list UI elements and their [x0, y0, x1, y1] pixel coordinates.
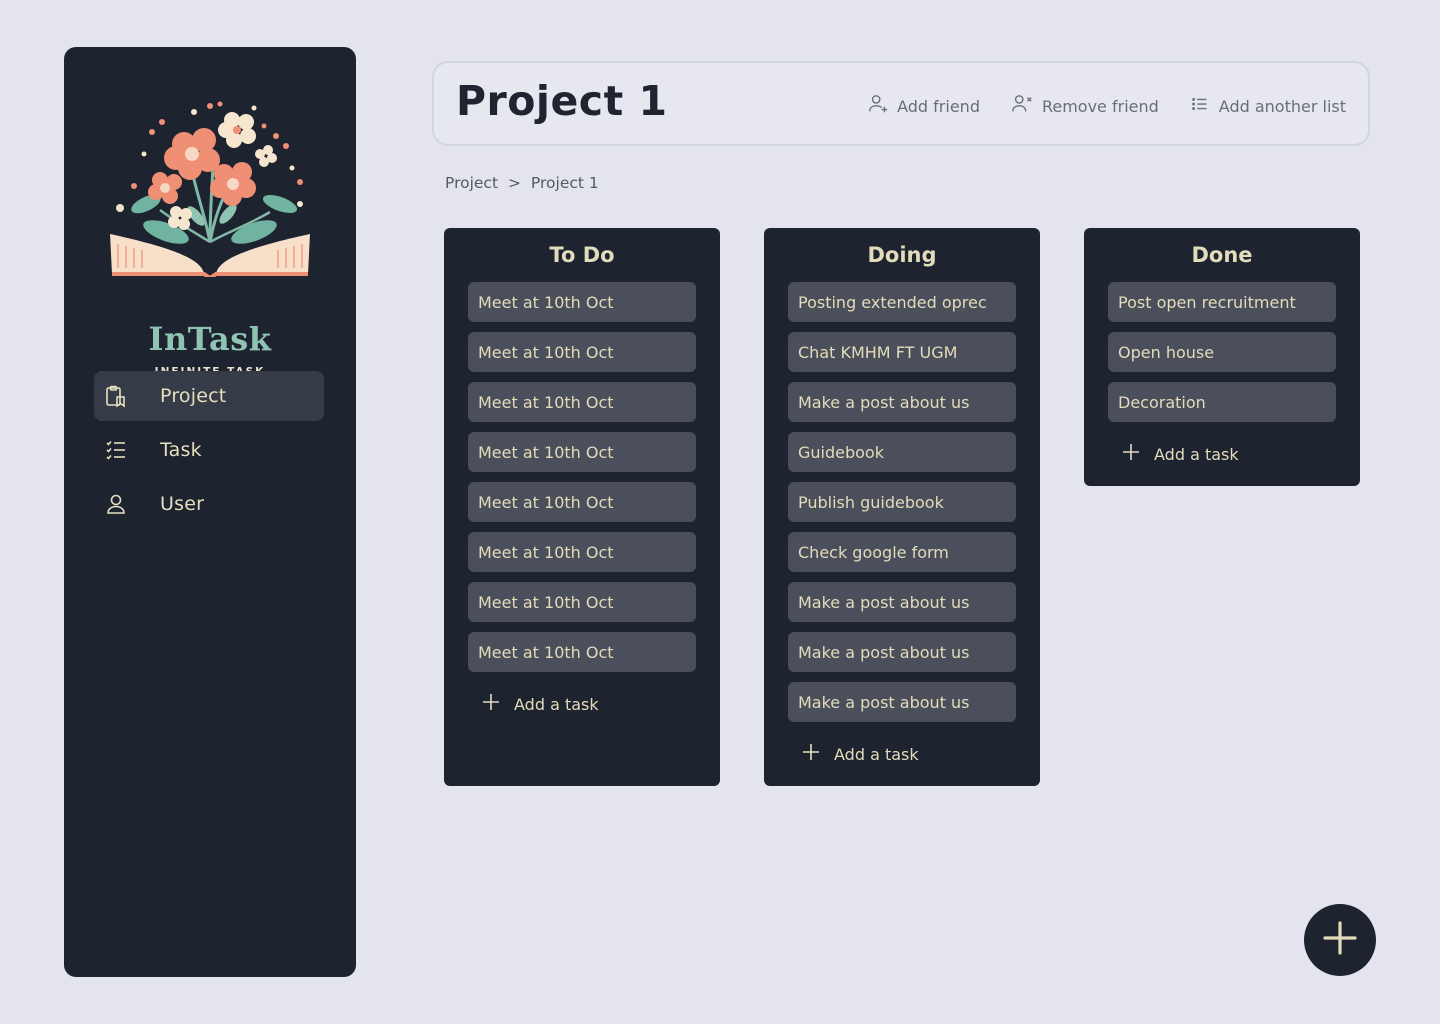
plus-icon [482, 693, 500, 715]
add-task-button[interactable]: Add a task [1108, 432, 1336, 476]
plus-icon [1122, 443, 1140, 465]
task-card[interactable]: Chat KMHM FT UGM [788, 332, 1016, 372]
remove-friend-button[interactable]: Remove friend [1010, 93, 1159, 119]
task-card[interactable]: Publish guidebook [788, 482, 1016, 522]
add-task-label: Add a task [514, 694, 599, 714]
task-card[interactable]: Guidebook [788, 432, 1016, 472]
task-card[interactable]: Open house [1108, 332, 1336, 372]
breadcrumb: Project > Project 1 [445, 174, 599, 192]
remove-friend-label: Remove friend [1041, 96, 1159, 116]
task-card[interactable]: Meet at 10th Oct [468, 482, 696, 522]
user-remove-icon [1010, 93, 1034, 119]
task-card[interactable]: Meet at 10th Oct [468, 632, 696, 672]
list-done: Done Post open recruitment Open house De… [1084, 228, 1360, 486]
breadcrumb-project-link[interactable]: Project [445, 174, 498, 192]
task-card[interactable]: Make a post about us [788, 632, 1016, 672]
header-actions: Add friend Remove friend Add another lis… [837, 93, 1346, 119]
breadcrumb-separator: > [507, 174, 521, 192]
add-task-label: Add a task [1154, 444, 1239, 464]
add-list-button[interactable]: Add another list [1189, 93, 1346, 119]
sidebar-item-label: Project [160, 385, 227, 407]
add-task-button[interactable]: Add a task [788, 732, 1016, 776]
clipboard-icon [94, 384, 138, 408]
task-card[interactable]: Post open recruitment [1108, 282, 1336, 322]
task-card[interactable]: Meet at 10th Oct [468, 532, 696, 572]
add-friend-label: Add friend [897, 96, 980, 116]
task-card[interactable]: Meet at 10th Oct [468, 282, 696, 322]
task-card[interactable]: Meet at 10th Oct [468, 582, 696, 622]
task-card[interactable]: Posting extended oprec [788, 282, 1016, 322]
plus-icon [1323, 921, 1357, 959]
brand-name: InTask [148, 320, 272, 358]
add-task-label: Add a task [834, 744, 919, 764]
sidebar-item-label: Task [160, 439, 202, 461]
list-title: Done [1191, 243, 1253, 267]
plus-icon [802, 743, 820, 765]
list-icon [1189, 93, 1211, 119]
sidebar-item-task[interactable]: Task [94, 425, 324, 475]
task-card[interactable]: Decoration [1108, 382, 1336, 422]
list-todo: To Do Meet at 10th Oct Meet at 10th Oct … [444, 228, 720, 786]
list-title: To Do [549, 243, 615, 267]
page-title: Project 1 [456, 77, 668, 125]
task-card[interactable]: Make a post about us [788, 582, 1016, 622]
task-card[interactable]: Make a post about us [788, 382, 1016, 422]
sidebar-item-label: User [160, 493, 205, 515]
task-card[interactable]: Check google form [788, 532, 1016, 572]
task-card[interactable]: Meet at 10th Oct [468, 432, 696, 472]
sidebar: InTask INFINITE TASK Project Task [64, 47, 356, 977]
add-task-button[interactable]: Add a task [468, 682, 696, 726]
sidebar-item-project[interactable]: Project [94, 371, 324, 421]
task-card[interactable]: Meet at 10th Oct [468, 382, 696, 422]
flower-book-illustration [110, 101, 310, 277]
sidebar-item-user[interactable]: User [94, 479, 324, 529]
app-logo[interactable]: InTask INFINITE TASK [104, 92, 316, 387]
add-floating-button[interactable] [1304, 904, 1376, 976]
task-card[interactable]: Meet at 10th Oct [468, 332, 696, 372]
list-title: Doing [867, 243, 937, 267]
task-card[interactable]: Make a post about us [788, 682, 1016, 722]
add-friend-button[interactable]: Add friend [867, 93, 980, 119]
user-plus-icon [867, 93, 889, 119]
user-icon [94, 492, 138, 516]
add-list-label: Add another list [1218, 96, 1346, 116]
checklist-icon [94, 438, 138, 462]
sidebar-nav: Project Task User [94, 371, 324, 533]
list-doing: Doing Posting extended oprec Chat KMHM F… [764, 228, 1040, 786]
project-header: Project 1 Add friend Remove friend Add a… [432, 61, 1370, 146]
breadcrumb-current: Project 1 [530, 174, 599, 192]
